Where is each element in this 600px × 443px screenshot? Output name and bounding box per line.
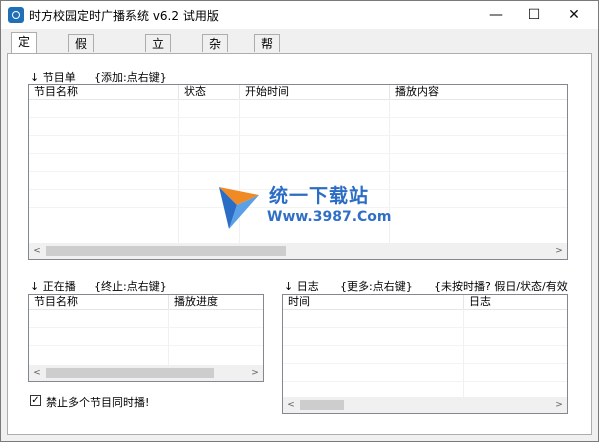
- column-log[interactable]: 日志: [464, 295, 567, 309]
- log-hint: {更多:点右键}: [340, 280, 413, 293]
- column-play-progress[interactable]: 播放进度: [169, 295, 263, 309]
- tab-help[interactable]: 帮助: [254, 34, 281, 69]
- grid-line: [29, 117, 567, 118]
- watermark: 统一下载站 Www.3987.Com: [213, 181, 413, 233]
- watermark-url: Www.3987.Com: [267, 209, 392, 225]
- now-playing-label: ↓ 正在播: [30, 280, 76, 293]
- scroll-left-arrow[interactable]: <: [29, 365, 45, 381]
- app-window: 时方校园定时广播系统 v6.2 试用版 — ☐ ✕ 定时播 假日或雨天 立即播 …: [0, 0, 599, 442]
- grid-line: [168, 309, 169, 366]
- column-program-name[interactable]: 节目名称: [29, 295, 169, 309]
- program-list-label: ↓ 节目单: [30, 71, 76, 84]
- now-playing-header: 节目名称 播放进度: [29, 295, 263, 310]
- scheduled-panel: ↓ 节目单 {添加:点右键} 节目名称 状态 开始时间 播放内容 < > ↓ 正…: [7, 53, 592, 435]
- scroll-thumb[interactable]: [300, 400, 344, 410]
- column-start-time[interactable]: 开始时间: [240, 85, 390, 99]
- now-playing-hint: {终止:点右键}: [94, 280, 167, 293]
- tab-misc[interactable]: 杂项: [202, 34, 229, 69]
- scroll-right-arrow[interactable]: >: [551, 243, 567, 259]
- watermark-text: 统一下载站: [269, 185, 370, 207]
- log-hint-missed: {未按时播? 假日/状态/有效: [434, 280, 568, 293]
- column-play-content[interactable]: 播放内容: [390, 85, 567, 99]
- minimize-button[interactable]: —: [479, 1, 513, 29]
- scroll-right-arrow[interactable]: >: [247, 365, 263, 381]
- now-playing-table[interactable]: 节目名称 播放进度 < >: [28, 294, 264, 382]
- column-status[interactable]: 状态: [179, 85, 240, 99]
- log-label: ↓ 日志: [284, 280, 319, 293]
- prevent-concurrent-checkbox[interactable]: ✓: [30, 395, 41, 406]
- grid-line: [463, 309, 464, 398]
- grid-line: [29, 153, 567, 154]
- grid-line: [29, 135, 567, 136]
- grid-line: [283, 345, 567, 346]
- title-bar[interactable]: 时方校园定时广播系统 v6.2 试用版 — ☐ ✕: [1, 1, 598, 29]
- scroll-left-arrow[interactable]: <: [29, 243, 45, 259]
- scroll-left-arrow[interactable]: <: [283, 397, 299, 413]
- scroll-thumb[interactable]: [46, 246, 286, 256]
- column-program-name[interactable]: 节目名称: [29, 85, 179, 99]
- program-list-table[interactable]: 节目名称 状态 开始时间 播放内容 < >: [28, 84, 568, 260]
- watermark-logo-icon: [219, 187, 259, 229]
- grid-line: [29, 345, 263, 346]
- prevent-concurrent-label: 禁止多个节目同时播!: [46, 396, 150, 409]
- column-time[interactable]: 时间: [283, 295, 464, 309]
- scroll-thumb[interactable]: [46, 368, 214, 378]
- program-list-header: 节目名称 状态 开始时间 播放内容: [29, 85, 567, 100]
- window-title: 时方校园定时广播系统 v6.2 试用版: [29, 9, 219, 23]
- grid-line: [29, 171, 567, 172]
- log-hscrollbar[interactable]: < >: [283, 397, 567, 413]
- log-table[interactable]: 时间 日志 < >: [282, 294, 568, 414]
- tab-play-now[interactable]: 立即播: [145, 34, 172, 87]
- close-button[interactable]: ✕: [557, 1, 591, 29]
- tab-holiday-rain[interactable]: 假日或雨天: [68, 34, 95, 123]
- maximize-button[interactable]: ☐: [517, 1, 551, 29]
- program-list-hint: {添加:点右键}: [94, 71, 167, 84]
- now-playing-hscrollbar[interactable]: < >: [29, 365, 263, 381]
- log-header: 时间 日志: [283, 295, 567, 310]
- grid-line: [29, 327, 263, 328]
- scroll-right-arrow[interactable]: >: [551, 397, 567, 413]
- grid-line: [283, 381, 567, 382]
- app-icon: [8, 7, 24, 23]
- grid-line: [283, 327, 567, 328]
- grid-line: [283, 363, 567, 364]
- tab-scheduled[interactable]: 定时播: [11, 32, 38, 85]
- program-list-hscrollbar[interactable]: < >: [29, 243, 567, 259]
